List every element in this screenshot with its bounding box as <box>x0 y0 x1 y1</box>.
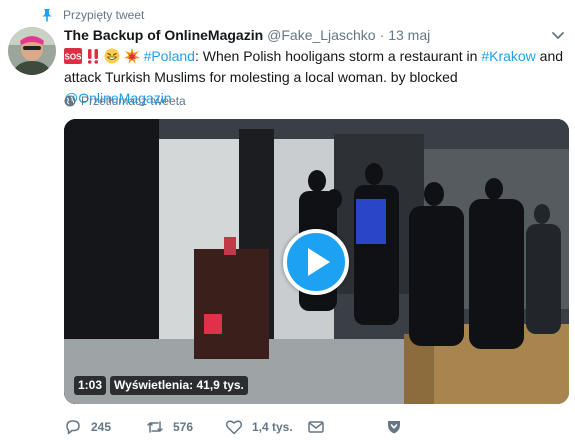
translate-label: Przetłumacz tweeta <box>81 94 186 108</box>
double-exclamation-emoji <box>87 49 98 64</box>
retweet-button[interactable]: 576 <box>146 418 225 436</box>
play-button[interactable] <box>283 229 349 295</box>
analytics-button[interactable] <box>385 418 403 436</box>
tweet-timestamp[interactable]: 13 maj <box>388 27 430 43</box>
heart-icon <box>225 420 243 435</box>
user-handle[interactable]: @Fake_Ljaschko <box>267 27 375 43</box>
tweet-actions: 245 576 1,4 tys. <box>64 416 403 438</box>
svg-text:SOS: SOS <box>65 53 82 62</box>
like-count: 1,4 tys. <box>252 420 293 434</box>
sos-emoji: SOS <box>64 48 82 64</box>
reply-icon <box>66 420 80 435</box>
collision-emoji <box>123 48 140 64</box>
play-icon <box>308 248 330 276</box>
envelope-icon <box>308 421 324 433</box>
video-views: Wyświetlenia: 41,9 tys. <box>110 375 248 395</box>
display-name[interactable]: The Backup of OnlineMagazin <box>64 27 263 43</box>
pinned-label: Przypięty tweet <box>63 8 145 22</box>
tweet-header: The Backup of OnlineMagazin @Fake_Ljasch… <box>64 27 430 47</box>
chevron-down-icon[interactable] <box>551 28 565 42</box>
retweet-icon <box>147 421 163 433</box>
like-button[interactable]: 1,4 tys. <box>225 418 307 436</box>
translate-tweet-link[interactable]: Przetłumacz tweeta <box>64 93 186 109</box>
retweet-count: 576 <box>173 420 194 434</box>
avatar[interactable] <box>8 27 56 75</box>
video-duration: 1:03 <box>74 375 107 395</box>
direct-message-button[interactable] <box>307 418 385 436</box>
video-player[interactable]: 1:03 Wyświetlenia: 41,9 tys. <box>64 119 569 404</box>
analytics-icon <box>388 421 400 434</box>
separator-dot: · <box>379 27 385 43</box>
hashtag-poland[interactable]: #Poland <box>144 48 195 64</box>
pin-icon <box>42 9 52 22</box>
reply-button[interactable]: 245 <box>64 418 146 436</box>
pinned-tweet-indicator: Przypięty tweet <box>40 6 144 24</box>
grinning-face-emoji <box>104 48 120 64</box>
tweet-text-part1: : When Polish hooligans storm a restaura… <box>194 48 482 64</box>
hashtag-krakow[interactable]: #Krakow <box>481 48 535 64</box>
globe-icon <box>64 95 76 107</box>
video-info-overlay: 1:03 Wyświetlenia: 41,9 tys. <box>74 375 248 395</box>
reply-count: 245 <box>91 420 112 434</box>
